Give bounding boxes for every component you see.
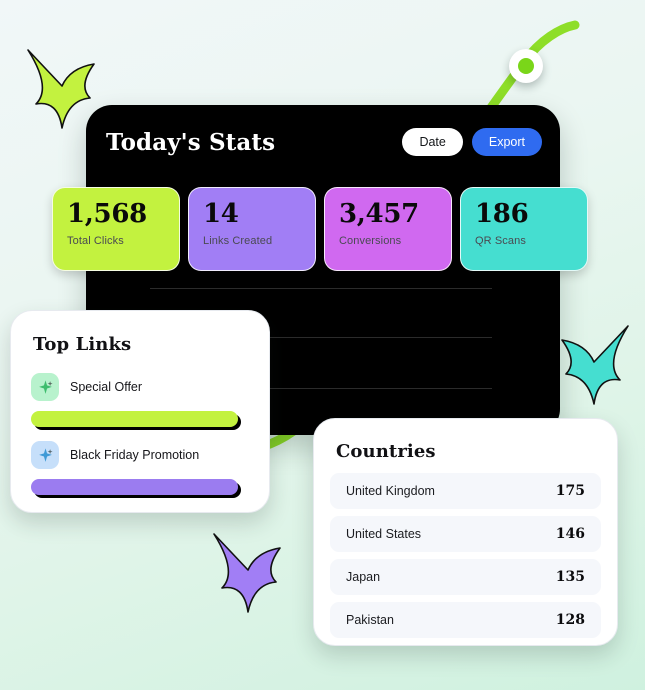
link-name: Black Friday Promotion: [70, 448, 200, 462]
stat-label: QR Scans: [475, 235, 526, 248]
country-name: Pakistan: [346, 613, 394, 627]
table-row[interactable]: Japan 135: [330, 559, 601, 595]
sparkle-purple: [208, 528, 298, 624]
country-count: 135: [555, 569, 585, 585]
countries-card: Countries United Kingdom 175 United Stat…: [313, 418, 618, 646]
stat-cards: 1,568 Total Clicks 14 Links Created 3,45…: [52, 187, 588, 271]
country-name: Japan: [346, 570, 381, 584]
table-row[interactable]: United States 146: [330, 516, 601, 552]
list-item[interactable]: Black Friday Promotion: [31, 441, 249, 498]
export-button[interactable]: Export: [471, 127, 542, 157]
stat-card-links-created[interactable]: 14 Links Created: [188, 187, 316, 271]
progress-bar-fill: [31, 479, 239, 495]
panel-actions: Date Export: [402, 127, 542, 157]
country-count: 128: [555, 612, 585, 628]
top-links-card: Top Links Special Offer Black Friday Pro…: [10, 310, 270, 513]
list-item[interactable]: Special Offer: [31, 373, 249, 430]
sparkle-icon: [31, 373, 59, 401]
stat-card-conversions[interactable]: 3,457 Conversions: [324, 187, 452, 271]
sparkle-icon: [31, 441, 59, 469]
progress-bar-fill: [31, 411, 239, 427]
stat-value: 3,457: [339, 199, 419, 229]
stat-label: Conversions: [339, 235, 402, 248]
dashboard-illustration: Today's Stats Date Export 1,568 Total Cl…: [0, 0, 645, 690]
stat-value: 186: [475, 199, 529, 229]
country-count: 146: [555, 526, 585, 542]
chart-gridline: [150, 288, 492, 289]
stat-card-total-clicks[interactable]: 1,568 Total Clicks: [52, 187, 180, 271]
stat-card-qr-scans[interactable]: 186 QR Scans: [460, 187, 588, 271]
panel-header: Today's Stats Date Export: [106, 121, 542, 163]
trend-marker-dot: [518, 58, 534, 74]
table-row[interactable]: United Kingdom 175: [330, 473, 601, 509]
page-title: Today's Stats: [106, 128, 276, 156]
countries-list: United Kingdom 175 United States 146 Jap…: [330, 473, 601, 645]
countries-title: Countries: [336, 441, 436, 462]
stat-value: 14: [203, 199, 239, 229]
progress-bar: [31, 411, 249, 430]
progress-bar: [31, 479, 249, 498]
link-name: Special Offer: [70, 380, 143, 394]
top-links-title: Top Links: [33, 334, 132, 355]
top-links-list: Special Offer Black Friday Promotion: [31, 373, 249, 509]
country-name: United States: [346, 527, 422, 541]
date-button[interactable]: Date: [402, 127, 463, 157]
stat-label: Links Created: [203, 235, 273, 248]
trend-marker: [509, 49, 543, 83]
country-count: 175: [555, 483, 585, 499]
stat-value: 1,568: [67, 199, 147, 229]
stat-label: Total Clicks: [67, 235, 124, 248]
table-row[interactable]: Pakistan 128: [330, 602, 601, 638]
country-name: United Kingdom: [346, 484, 435, 498]
sparkle-teal: [540, 318, 638, 426]
